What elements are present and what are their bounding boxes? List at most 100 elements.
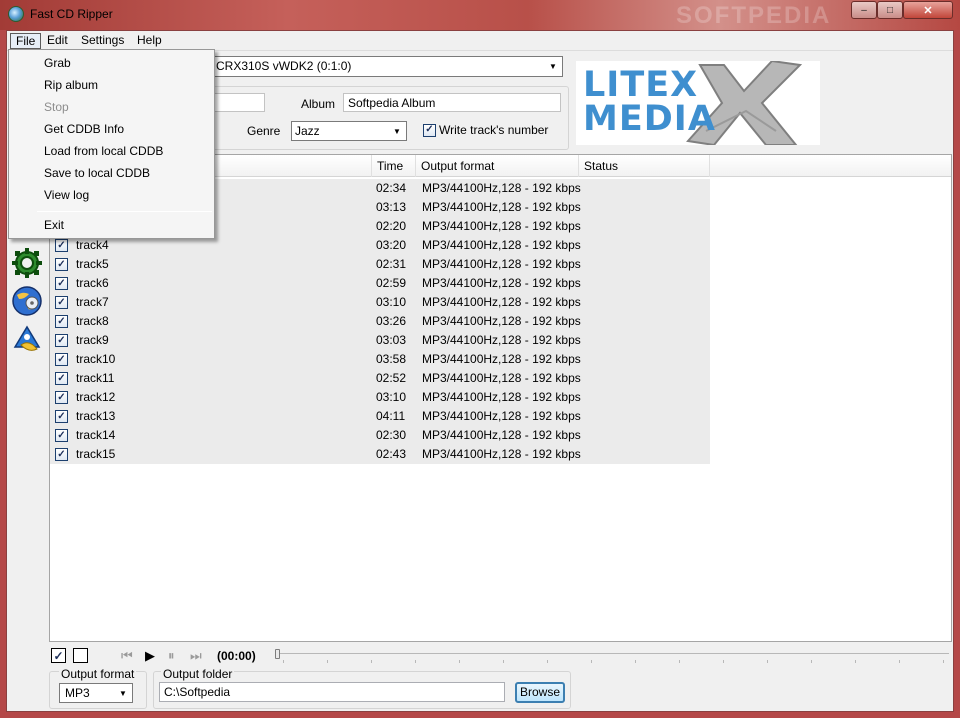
menu-item-load-from-local-cddb[interactable]: Load from local CDDB [11, 140, 212, 162]
track-checkbox-icon[interactable]: ✓ [55, 296, 68, 309]
output-folder-input[interactable]: C:\Softpedia [159, 682, 505, 702]
seek-tick [327, 660, 328, 663]
track-row[interactable]: ✓ track15 02:43 MP3/44100Hz,128 - 192 kbps [50, 445, 710, 464]
check-all-icon[interactable]: ✓ [51, 648, 66, 663]
track-time: 03:10 [376, 295, 407, 309]
track-row[interactable]: ✓ track6 02:59 MP3/44100Hz,128 - 192 kbps [50, 274, 710, 293]
album-label: Album [301, 97, 336, 111]
track-checkbox-icon[interactable]: ✓ [55, 277, 68, 290]
track-output-format: MP3/44100Hz,128 - 192 kbps [422, 409, 581, 423]
write-track-number-checkbox[interactable]: ✓ Write track's number [423, 123, 548, 137]
menu-item-rip-album[interactable]: Rip album [11, 74, 212, 96]
column-header-time[interactable]: Time [372, 155, 416, 177]
play-icon[interactable]: ▶ [145, 648, 155, 664]
menu-edit[interactable]: Edit [42, 33, 73, 49]
cd-drive-select[interactable]: CRX310S vWDK2 (0:1:0) ▼ [211, 56, 563, 77]
track-output-format: MP3/44100Hz,128 - 192 kbps [422, 200, 581, 214]
menu-item-stop: Stop [44, 100, 69, 114]
track-time: 04:11 [376, 409, 406, 423]
seek-tick [679, 660, 680, 663]
close-button[interactable]: ✕ [903, 1, 953, 19]
track-name: track4 [76, 238, 109, 252]
track-time: 03:26 [376, 314, 407, 328]
track-checkbox-icon[interactable]: ✓ [55, 372, 68, 385]
track-time: 03:58 [376, 352, 407, 366]
seek-tick [459, 660, 460, 663]
track-checkbox-icon[interactable]: ✓ [55, 315, 68, 328]
output-folder-label: Output folder [161, 667, 235, 681]
track-row[interactable]: ✓ track8 03:26 MP3/44100Hz,128 - 192 kbps [50, 312, 710, 331]
menu-help[interactable]: Help [132, 33, 167, 49]
track-row[interactable]: ✓ track14 02:30 MP3/44100Hz,128 - 192 kbps [50, 426, 710, 445]
settings-gear-icon[interactable] [11, 247, 43, 279]
track-checkbox-icon[interactable]: ✓ [55, 258, 68, 271]
menu-settings[interactable]: Settings [76, 33, 129, 49]
track-row[interactable]: ✓ track5 02:31 MP3/44100Hz,128 - 192 kbps [50, 255, 710, 274]
browse-button[interactable]: Browse [515, 682, 565, 703]
title-bar[interactable]: Fast CD Ripper SOFTPEDIA ‒ □ ✕ [0, 0, 960, 30]
track-output-format: MP3/44100Hz,128 - 192 kbps [422, 238, 581, 252]
seek-tick [943, 660, 944, 663]
column-header-format[interactable]: Output format [416, 155, 579, 177]
checkbox-checked-icon[interactable]: ✓ [423, 123, 436, 137]
playback-time: (00:00) [217, 649, 256, 663]
track-time: 02:31 [376, 257, 407, 271]
window-title: Fast CD Ripper [30, 7, 113, 21]
track-checkbox-icon[interactable]: ✓ [55, 353, 68, 366]
track-row[interactable]: ✓ track9 03:03 MP3/44100Hz,128 - 192 kbps [50, 331, 710, 350]
genre-label: Genre [247, 124, 281, 138]
track-row[interactable]: ✓ track12 03:10 MP3/44100Hz,128 - 192 kbps [50, 388, 710, 407]
track-row[interactable]: ✓ track13 04:11 MP3/44100Hz,128 - 192 kbps [50, 407, 710, 426]
track-checkbox-icon[interactable]: ✓ [55, 239, 68, 252]
track-time: 02:30 [376, 428, 407, 442]
genre-value: Jazz [295, 124, 320, 138]
track-row[interactable]: ✓ track7 03:10 MP3/44100Hz,128 - 192 kbps [50, 293, 710, 312]
track-row[interactable]: ✓ track10 03:58 MP3/44100Hz,128 - 192 kbps [50, 350, 710, 369]
pause-icon[interactable]: ⏸ [168, 648, 175, 664]
track-name: track12 [76, 390, 116, 404]
menu-item-get-cddb-info[interactable]: Get CDDB Info [11, 118, 212, 140]
cddb-globe-icon[interactable] [11, 285, 43, 317]
chevron-down-icon: ▼ [393, 126, 401, 136]
minimize-button[interactable]: ‒ [851, 1, 877, 19]
menu-item-grab[interactable]: Grab [11, 52, 212, 74]
genre-select[interactable]: Jazz ▼ [291, 121, 407, 141]
previous-track-icon[interactable]: ⏮ [121, 648, 133, 664]
logo-text-line2: MEDIA [583, 99, 716, 139]
track-output-format: MP3/44100Hz,128 - 192 kbps [422, 390, 581, 404]
seek-slider[interactable] [275, 649, 949, 663]
app-cd-icon [8, 6, 24, 22]
artist-input[interactable] [211, 93, 265, 112]
track-time: 03:03 [376, 333, 407, 347]
track-checkbox-icon[interactable]: ✓ [55, 391, 68, 404]
track-time: 02:59 [376, 276, 407, 290]
column-header-status[interactable]: Status [579, 155, 710, 177]
seek-tick [503, 660, 504, 663]
menu-item-save-to-local-cddb[interactable]: Save to local CDDB [11, 162, 212, 184]
uncheck-all-icon[interactable] [73, 648, 88, 663]
track-time: 02:34 [376, 181, 407, 195]
album-input[interactable]: Softpedia Album [343, 93, 561, 112]
menu-file[interactable]: File [10, 33, 42, 49]
seek-tick [855, 660, 856, 663]
seek-thumb[interactable] [275, 649, 280, 659]
menu-item-exit[interactable]: Exit [11, 214, 212, 236]
seek-tick [591, 660, 592, 663]
track-name: track11 [76, 371, 115, 385]
track-checkbox-icon[interactable]: ✓ [55, 334, 68, 347]
track-row[interactable]: ✓ track11 02:52 MP3/44100Hz,128 - 192 kbps [50, 369, 710, 388]
write-track-number-label: Write track's number [439, 123, 549, 137]
maximize-button[interactable]: □ [877, 1, 903, 19]
app-window: Fast CD Ripper SOFTPEDIA ‒ □ ✕ File Edit… [0, 0, 960, 718]
menu-item-view-log[interactable]: View log [11, 184, 212, 206]
track-checkbox-icon[interactable]: ✓ [55, 429, 68, 442]
track-checkbox-icon[interactable]: ✓ [55, 410, 68, 423]
seek-tick [283, 660, 284, 663]
output-format-select[interactable]: MP3 ▼ [59, 683, 133, 703]
track-output-format: MP3/44100Hz,128 - 192 kbps [422, 333, 581, 347]
track-checkbox-icon[interactable]: ✓ [55, 448, 68, 461]
help-icon[interactable] [11, 323, 43, 355]
output-format-label: Output format [59, 667, 137, 681]
next-track-icon[interactable]: ⏭ [190, 648, 202, 664]
track-output-format: MP3/44100Hz,128 - 192 kbps [422, 181, 581, 195]
